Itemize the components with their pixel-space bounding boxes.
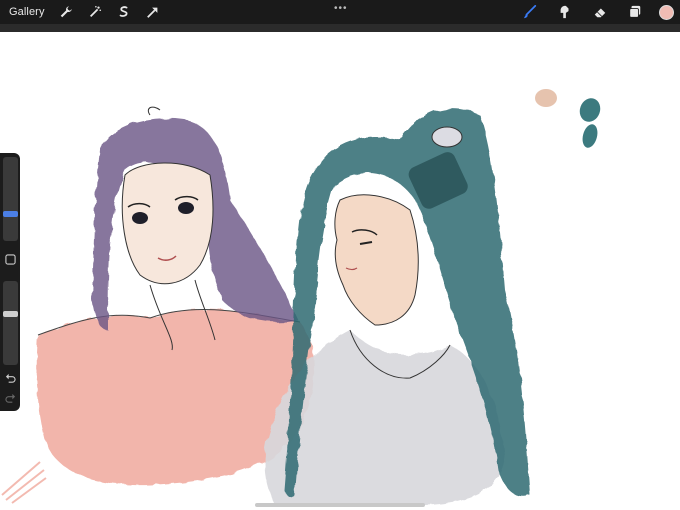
smudge-icon[interactable] [554,1,576,23]
left-sidebar [0,153,20,411]
wrench-icon[interactable] [55,1,77,23]
left-eye [132,212,148,224]
magic-wand-icon[interactable] [84,1,106,23]
right-tool-group [519,0,680,24]
palette-swatch-teal-1 [579,98,601,122]
right-figure-face [334,194,419,326]
color-test-scribble [1,461,47,504]
canvas-top-strip [0,24,680,32]
opacity-slider[interactable] [3,281,18,365]
gallery-button[interactable]: Gallery [9,6,45,18]
brush-size-thumb[interactable] [3,211,18,217]
undo-icon[interactable] [3,371,17,385]
selection-icon[interactable] [113,1,135,23]
palette-swatch-peach [535,89,557,107]
top-toolbar: Gallery ••• [0,0,680,24]
brush-size-slider[interactable] [3,157,18,241]
palette-swatch-teal-2 [582,124,598,148]
color-picker-button[interactable] [659,4,674,20]
eraser-icon[interactable] [589,1,611,23]
artwork [1,89,601,505]
right-eye [178,202,194,214]
home-indicator[interactable] [255,503,425,507]
opacity-thumb[interactable] [3,311,18,317]
redo-icon[interactable] [3,391,17,405]
layers-icon[interactable] [624,1,646,23]
drawing-canvas[interactable] [0,32,680,510]
hair-tie [431,126,463,148]
brush-icon[interactable] [519,1,541,23]
transform-icon[interactable] [142,1,164,23]
more-options-handle[interactable]: ••• [334,3,348,14]
modify-button[interactable] [3,252,17,266]
left-figure-face [121,162,214,285]
